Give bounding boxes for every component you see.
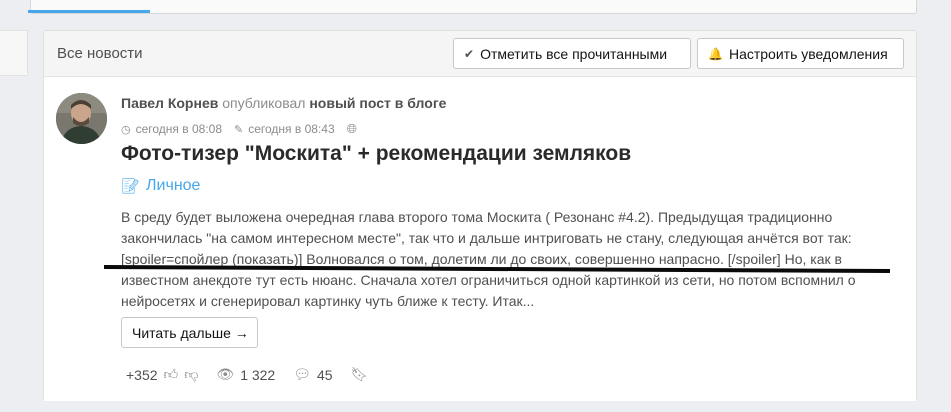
post-byline: Павел Корнев опубликовал новый пост в бл… [121, 95, 446, 111]
thumbs-down-icon[interactable]: 👎︎ [184, 366, 198, 383]
eye-icon: 👁︎ [216, 366, 235, 382]
comments-count: 45 [317, 366, 333, 383]
post-title[interactable]: Фото-тизер "Москита" + рекомендации земл… [121, 142, 631, 166]
views-group: 👁︎ 1 322 [216, 366, 275, 383]
news-title: Все новости [57, 45, 143, 62]
comment-icon: 💬︎ [293, 366, 312, 382]
news-card: Павел Корнев опубликовал новый пост в бл… [44, 76, 916, 401]
rating-value: +352 [126, 366, 158, 383]
object-link[interactable]: новый пост в блоге [309, 95, 446, 111]
post-footer: +352 👍︎ 👎︎ 👁︎ 1 322 💬︎ 45 🔖︎ [126, 366, 392, 383]
clock-icon: ◷ [121, 123, 131, 136]
bookmark-icon[interactable]: 🔖︎ [351, 366, 369, 383]
pencil-icon: ✎ [234, 123, 244, 136]
category-link[interactable]: 📝︎ Личное [121, 177, 200, 195]
news-feed: Все новости ✔ Отметить все прочитанными … [43, 30, 917, 401]
active-tab-indicator [28, 10, 150, 13]
note-icon: 📝︎ [121, 178, 141, 195]
notification-settings-label: Настроить уведомления [728, 45, 888, 62]
comments-group[interactable]: 💬︎ 45 [293, 366, 332, 383]
avatar[interactable] [56, 93, 107, 144]
post-meta: ◷ сегодня в 08:08 ✎ сегодня в 08:43 🌐︎ [121, 121, 362, 137]
published-time: сегодня в 08:08 [135, 122, 223, 136]
globe-icon: 🌐︎ [346, 121, 358, 136]
views-count: 1 322 [240, 366, 276, 383]
top-panel [30, 0, 917, 14]
check-icon: ✔ [464, 46, 475, 61]
category-label: Личное [146, 177, 201, 194]
edited-time: сегодня в 08:43 [248, 122, 335, 136]
left-sidebar [0, 30, 28, 76]
bookmark-group[interactable]: 🔖︎ [351, 366, 375, 383]
action-text: опубликовал [222, 95, 306, 111]
read-more-button[interactable]: Читать дальше → [121, 317, 258, 348]
notification-settings-button[interactable]: 🔔 Настроить уведомления [697, 38, 904, 69]
thumbs-up-icon[interactable]: 👍︎ [164, 366, 179, 383]
author-link[interactable]: Павел Корнев [121, 95, 218, 111]
post-excerpt: В среду будет выложена очередная глава в… [121, 209, 856, 309]
mark-all-read-label: Отметить все прочитанными [480, 45, 668, 62]
mark-all-read-button[interactable]: ✔ Отметить все прочитанными [453, 38, 691, 69]
news-header: Все новости ✔ Отметить все прочитанными … [44, 31, 916, 76]
bell-icon: 🔔 [708, 46, 723, 61]
rating-group: +352 👍︎ 👎︎ [126, 366, 198, 383]
